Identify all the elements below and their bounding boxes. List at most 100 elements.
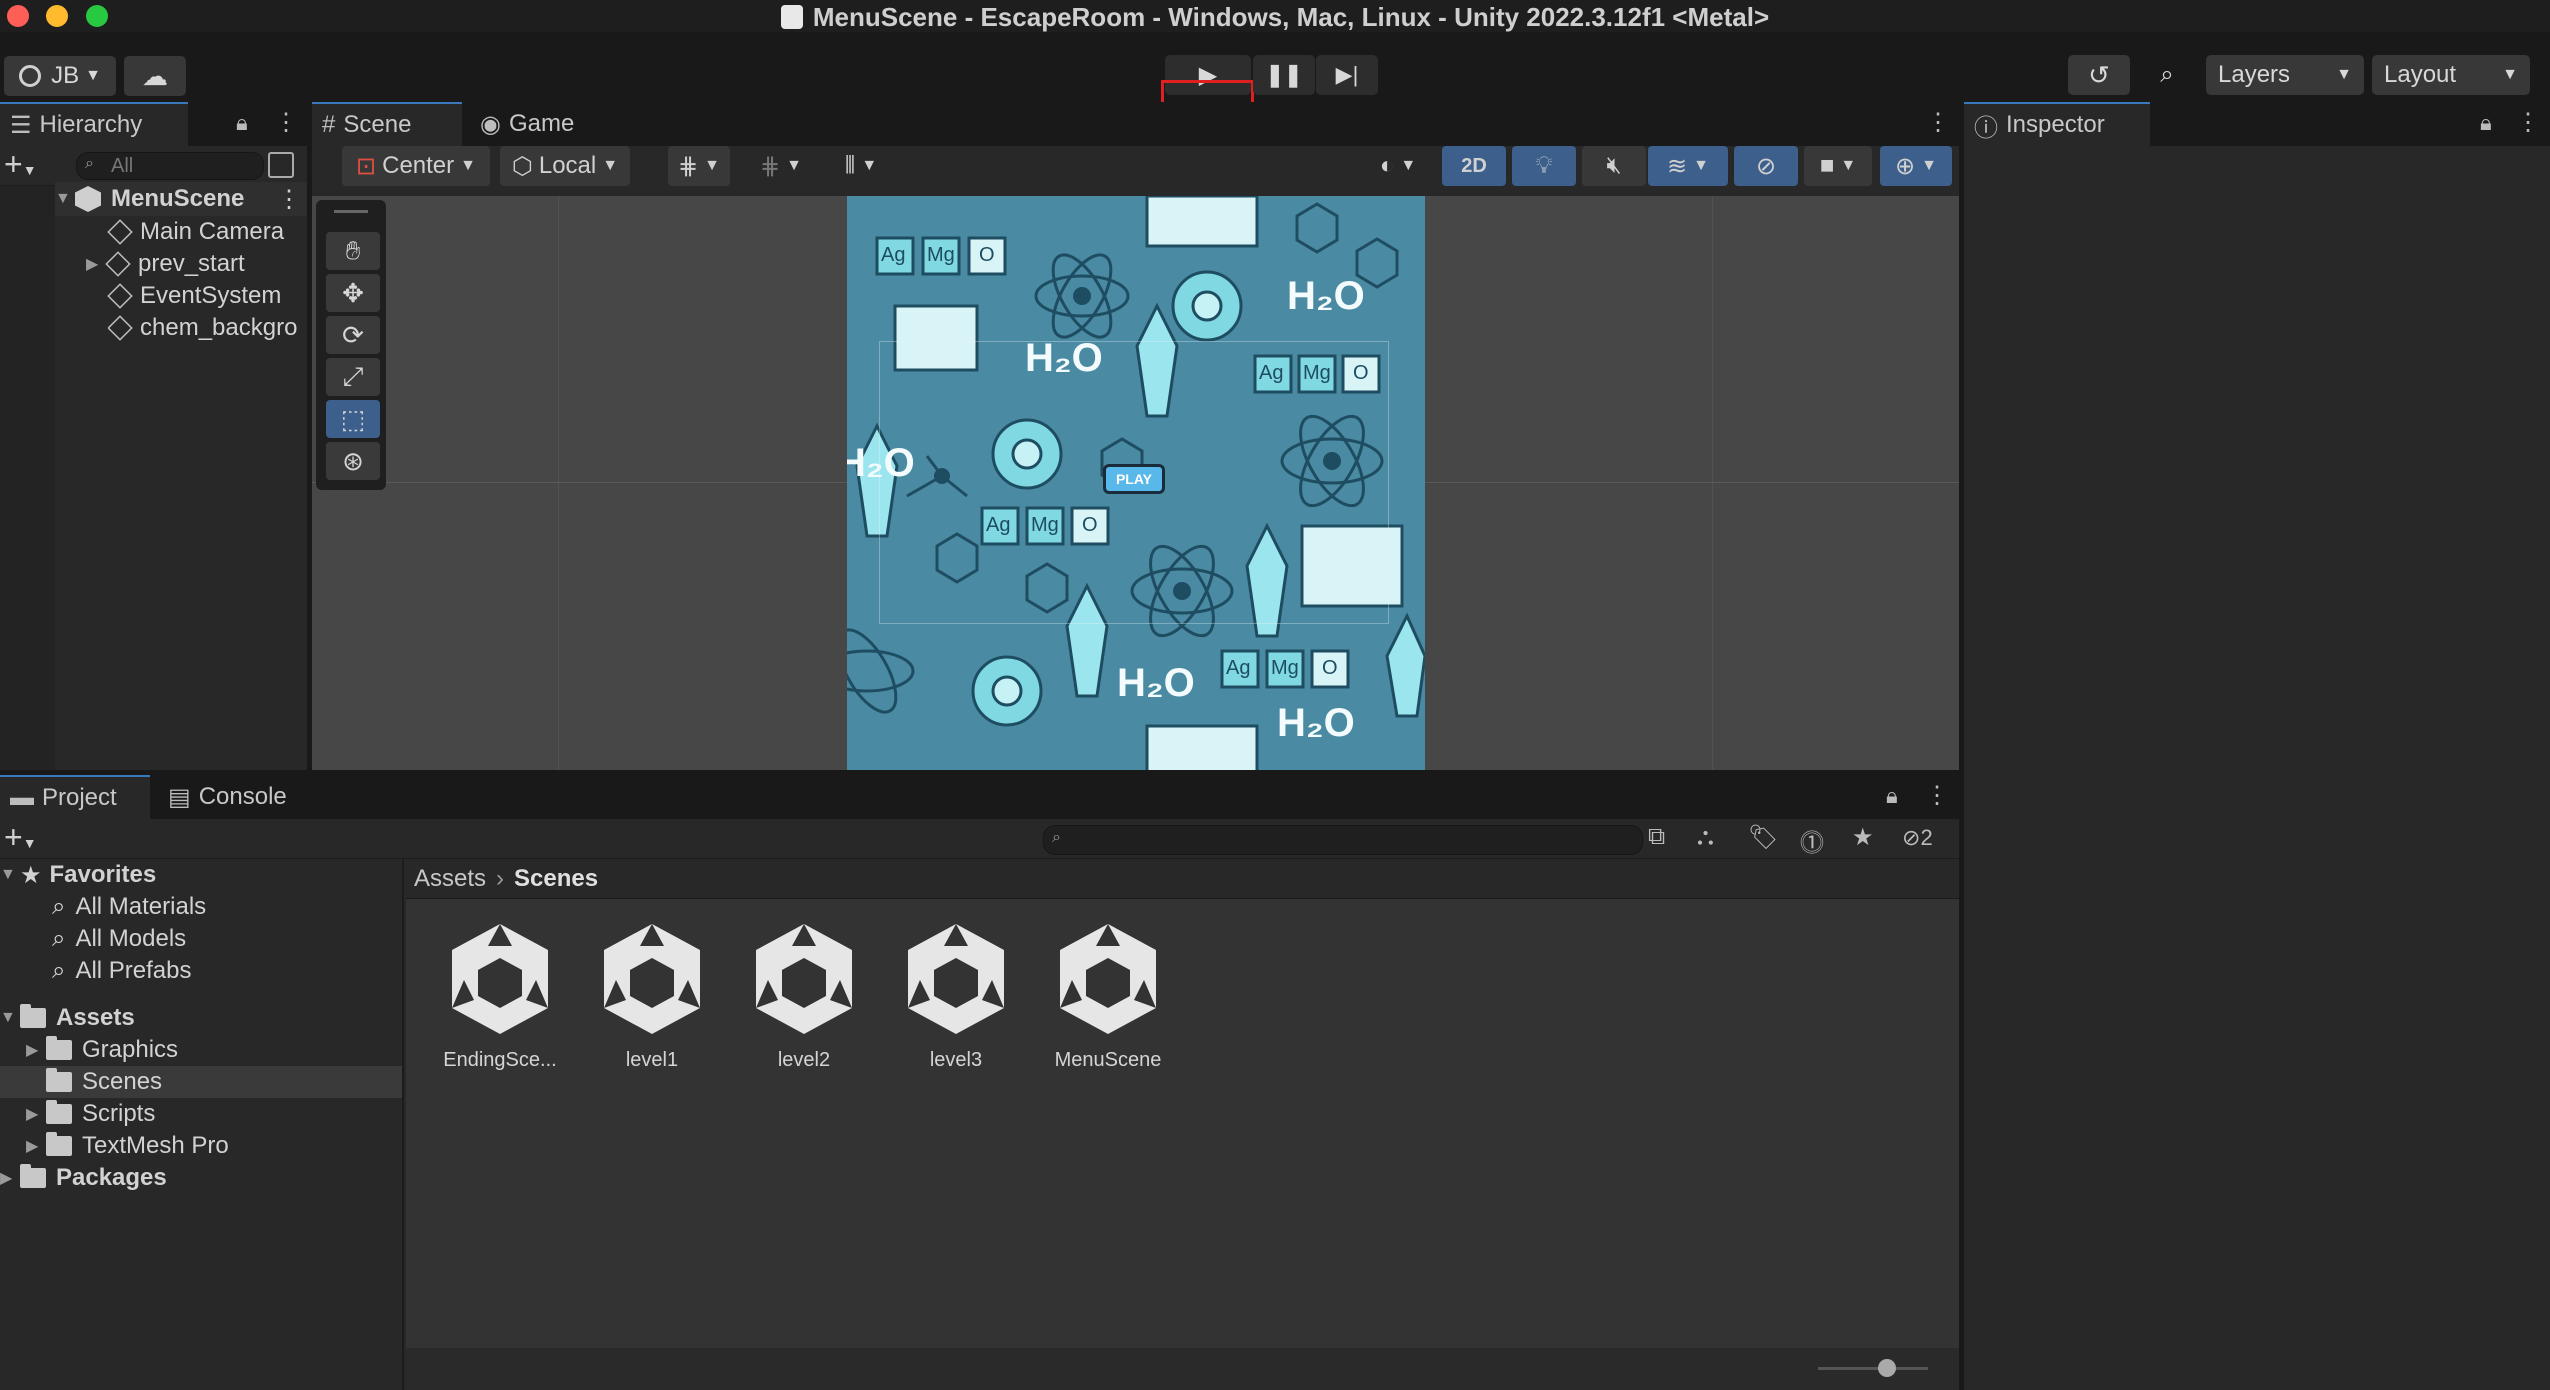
tab-scene[interactable]: # Scene — [312, 102, 462, 146]
lock-icon[interactable]: 🔒︎ — [1886, 783, 1898, 809]
mute-audio-icon: 🔇︎ — [1606, 152, 1622, 179]
scale-icon: ⤢ — [342, 361, 364, 391]
packages-folder[interactable]: ▶ Packages — [0, 1162, 167, 1194]
search-by-type-icon[interactable]: ⧉ — [1648, 823, 1665, 851]
layers-dropdown[interactable]: Layers ▼ — [2206, 55, 2364, 95]
layout-dropdown[interactable]: Layout ▼ — [2372, 55, 2530, 95]
create-asset-button[interactable]: +▼ — [4, 819, 37, 856]
lock-icon[interactable]: 🔒︎ — [236, 110, 248, 136]
breadcrumb-assets[interactable]: Assets — [414, 865, 486, 893]
zoom-slider-thumb[interactable] — [1878, 1359, 1896, 1377]
gizmos-dropdown[interactable]: ⊕ ▼ — [1880, 146, 1952, 186]
chevron-down-icon: ▼ — [704, 157, 720, 174]
grid-icon: # — [322, 111, 336, 138]
filter-by-label-icon[interactable]: 🏷︎ — [1748, 823, 1778, 852]
folder-scenes[interactable]: Scenes — [0, 1066, 402, 1098]
breadcrumb-scenes[interactable]: Scenes — [514, 865, 598, 893]
search-button[interactable]: ⌕ — [2136, 55, 2198, 95]
chevron-down-icon: ▼ — [0, 866, 16, 883]
more-options-icon[interactable]: ⋮ — [2516, 108, 2540, 137]
pivot-center-dropdown[interactable]: ⊡ Center ▼ — [342, 146, 490, 186]
scale-tool-button[interactable]: ⤢ — [326, 358, 380, 396]
chevron-right-icon[interactable]: ▶ — [26, 1104, 46, 1124]
hierarchy-gutter — [0, 186, 55, 770]
project-search-input[interactable]: ⌕ — [1043, 825, 1643, 855]
rect-tool-button[interactable]: ⬚ — [326, 400, 380, 438]
lighting-toggle[interactable]: 💡︎ — [1512, 146, 1576, 186]
folder-textmesh-pro[interactable]: ▶ TextMesh Pro — [26, 1130, 229, 1162]
tab-console[interactable]: ▤ Console — [158, 775, 308, 819]
gizmos-globe-icon: ⊕ — [1895, 152, 1916, 180]
toggle-2d-button[interactable]: 2D — [1442, 146, 1506, 186]
hierarchy-search-input[interactable]: ⌕ All — [76, 152, 264, 180]
more-options-icon[interactable]: ⋮ — [274, 108, 298, 137]
info-icon: ⓘ — [1974, 114, 1998, 142]
more-options-icon[interactable]: ⋮ — [277, 185, 301, 214]
more-options-icon[interactable]: ⋮ — [1926, 108, 1950, 137]
more-options-icon[interactable]: ⋮ — [1925, 781, 1949, 810]
assets-folder[interactable]: ▼ Assets — [0, 1002, 135, 1034]
hidden-packages-toggle[interactable]: ⊘2 — [1902, 825, 1933, 851]
add-object-button[interactable]: +▼ — [4, 146, 37, 183]
favorite-all-models[interactable]: ⌕ All Models — [52, 923, 186, 955]
grid-visibility-button[interactable]: ⦀ ▼ — [826, 146, 896, 186]
chevron-down-icon: ▼ — [85, 67, 101, 84]
asset-level3[interactable]: level3 — [886, 920, 1026, 1072]
hierarchy-scene-row[interactable]: ▼ MenuScene ⋮ — [55, 182, 307, 216]
hierarchy-item-prev-start[interactable]: ▶ prev_start — [86, 248, 245, 280]
tab-hierarchy[interactable]: ☰ Hierarchy — [0, 102, 188, 146]
step-button[interactable]: ▶| — [1316, 55, 1378, 95]
hierarchy-item-chem-background[interactable]: chem_backgro — [108, 312, 307, 344]
rotate-tool-button[interactable]: ⟳ — [326, 316, 380, 354]
account-dropdown[interactable]: JB ▼ — [4, 56, 116, 96]
favorites-header[interactable]: ▼ ★ Favorites — [0, 859, 156, 891]
cloud-button[interactable]: ☁ — [124, 56, 186, 96]
filter-by-type-icon[interactable]: ⛬ — [1697, 823, 1714, 851]
camera-settings-dropdown[interactable]: ■ ▼ — [1804, 146, 1872, 186]
palette-handle[interactable] — [334, 210, 368, 213]
chem-background-sprite[interactable]: H₂O H₂O H₂O H₂O H₂O Ag Mg O Ag Mg O Ag M… — [847, 196, 1425, 770]
chevron-right-icon[interactable]: ▶ — [0, 1168, 20, 1188]
hand-tool-button[interactable]: ✋︎ — [326, 232, 380, 270]
scene-viewport[interactable]: ✋︎ ✥ ⟳ ⤢ ⬚ ⊛ H₂O H₂O H₂O H₂O H₂O Ag Mg O… — [312, 196, 1959, 770]
hierarchy-item-main-camera[interactable]: Main Camera — [107, 216, 284, 248]
asset-ending-scene[interactable]: EndingSce... — [430, 920, 570, 1072]
scene-visibility-toggle[interactable]: ⊘ — [1734, 146, 1798, 186]
search-icon: ⌕ — [85, 155, 94, 172]
draw-mode-dropdown[interactable]: ◐ ▼ — [1362, 146, 1434, 186]
grid-snap-button[interactable]: ⋕ ▼ — [668, 146, 730, 186]
favorite-star-icon[interactable]: ★ — [1852, 823, 1874, 852]
lock-icon[interactable]: 🔒︎ — [2480, 110, 2492, 136]
tab-project[interactable]: ▬ Project — [0, 775, 150, 819]
undo-history-button[interactable]: ↺ — [2068, 55, 2130, 95]
local-global-dropdown[interactable]: ⬡ Local ▼ — [500, 146, 630, 186]
tab-inspector[interactable]: ⓘ Inspector — [1964, 102, 2150, 146]
move-tool-button[interactable]: ✥ — [326, 274, 380, 312]
zoom-slider-track[interactable] — [1818, 1367, 1928, 1370]
chevron-down-icon: ▼ — [0, 1009, 16, 1026]
unity-scene-icon — [756, 924, 852, 1034]
asset-level1[interactable]: level1 — [582, 920, 722, 1072]
hierarchy-item-eventsystem[interactable]: EventSystem — [107, 280, 281, 312]
h2o-label: H₂O — [1117, 661, 1195, 705]
folder-scripts[interactable]: ▶ Scripts — [26, 1098, 155, 1130]
pause-button[interactable]: ❚❚ — [1253, 55, 1315, 95]
tab-game[interactable]: ◉ Game — [470, 102, 600, 146]
transform-tool-button[interactable]: ⊛ — [326, 442, 380, 480]
asset-level2[interactable]: level2 — [734, 920, 874, 1072]
favorite-all-prefabs[interactable]: ⌕ All Prefabs — [52, 955, 192, 987]
audio-toggle[interactable]: 🔇︎ — [1582, 146, 1646, 186]
chevron-right-icon[interactable]: ▶ — [26, 1040, 46, 1060]
scene-play-button[interactable]: PLAY — [1103, 464, 1165, 494]
scene-visibility-icon[interactable] — [268, 152, 294, 178]
effects-dropdown[interactable]: ≋ ▼ — [1648, 146, 1728, 186]
folder-graphics[interactable]: ▶ Graphics — [26, 1034, 178, 1066]
asset-menu-scene[interactable]: MenuScene — [1038, 920, 1178, 1072]
favorite-all-materials[interactable]: ⌕ All Materials — [52, 891, 206, 923]
increment-snap-button[interactable]: ⋕ ▼ — [750, 146, 812, 186]
h2o-label: H₂O — [1277, 701, 1355, 745]
chevron-right-icon[interactable]: ▶ — [86, 254, 106, 274]
hierarchy-tabbar: ☰ Hierarchy 🔒︎ ⋮ — [0, 102, 307, 146]
chevron-right-icon[interactable]: ▶ — [26, 1136, 46, 1156]
warning-filter-icon[interactable]: ⓵ — [1800, 823, 1824, 858]
